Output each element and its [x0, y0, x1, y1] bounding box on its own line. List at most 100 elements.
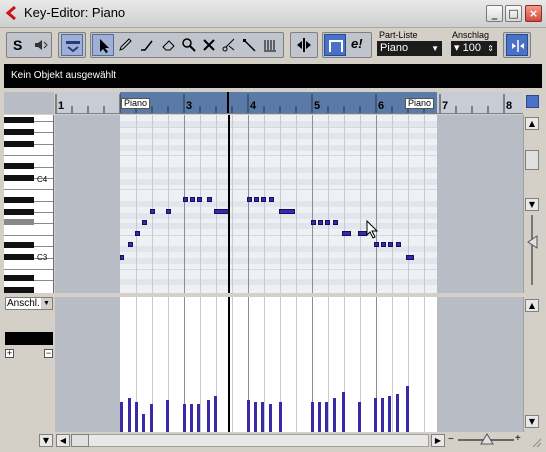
velocity-bar[interactable] [279, 402, 282, 432]
lane-menu-button[interactable]: ▼ [39, 434, 53, 447]
lane-scroll-up-button[interactable]: ▲ [525, 299, 539, 312]
ruler-format-button[interactable] [526, 95, 539, 108]
scroll-left-button[interactable]: ◀ [56, 434, 70, 447]
close-button[interactable]: × [525, 5, 542, 22]
velocity-grid[interactable] [120, 297, 437, 432]
scroll-thumb[interactable] [525, 150, 539, 170]
velocity-bar[interactable] [311, 402, 314, 432]
glue-tool[interactable] [238, 34, 260, 56]
draw-tool[interactable] [114, 34, 136, 56]
velocity-bar[interactable] [135, 402, 138, 432]
velocity-bar[interactable] [396, 394, 399, 432]
minimize-button[interactable]: _ [486, 5, 503, 22]
horizontal-scroll-thumb[interactable] [71, 434, 89, 447]
velocity-bar[interactable] [358, 402, 361, 432]
edit-in-place-button[interactable]: e! [348, 34, 370, 56]
midi-note[interactable] [311, 220, 316, 225]
velocity-bar[interactable] [388, 396, 391, 432]
velocity-bar[interactable] [342, 392, 345, 432]
black-key[interactable] [4, 275, 34, 281]
midi-note[interactable] [150, 209, 155, 214]
velocity-bar[interactable] [269, 404, 272, 432]
velocity-bar[interactable] [142, 414, 145, 432]
black-key[interactable] [4, 163, 34, 169]
black-key-active[interactable] [4, 219, 34, 225]
midi-note[interactable] [396, 242, 401, 247]
mute-tool[interactable] [198, 34, 220, 56]
velocity-bar[interactable] [166, 400, 169, 432]
show-info-button[interactable] [61, 34, 83, 56]
velocity-bar[interactable] [318, 402, 321, 432]
black-key[interactable] [4, 141, 34, 147]
piano-keyboard[interactable]: C4 C3 [4, 115, 54, 293]
midi-note[interactable] [128, 242, 133, 247]
midi-note[interactable] [142, 220, 147, 225]
black-key[interactable] [4, 242, 34, 248]
midi-note[interactable] [183, 197, 188, 202]
velocity-bar[interactable] [254, 402, 257, 432]
velocity-bar[interactable] [207, 400, 210, 432]
scroll-up-button[interactable]: ▲ [525, 117, 539, 130]
midi-note[interactable] [166, 209, 171, 214]
drumstick-tool[interactable] [259, 34, 281, 56]
black-key[interactable] [4, 117, 34, 123]
lane-vertical-scrollbar[interactable]: ▲ ▼ [523, 297, 541, 432]
quantize-button[interactable] [506, 34, 528, 56]
add-lane-button[interactable]: + [5, 349, 14, 358]
velocity-bar[interactable] [183, 404, 186, 432]
black-key[interactable] [4, 254, 34, 260]
split-tool[interactable] [218, 34, 240, 56]
object-select-tool[interactable] [92, 34, 114, 56]
velocity-bar[interactable] [325, 402, 328, 432]
velocity-bar[interactable] [406, 386, 409, 432]
zoom-out-icon[interactable]: − [448, 434, 454, 445]
velocity-bar[interactable] [150, 404, 153, 432]
part-list-dropdown[interactable]: Piano ▼ [377, 41, 442, 56]
remove-lane-button[interactable]: − [44, 349, 53, 358]
midi-note[interactable] [120, 255, 124, 260]
midi-note[interactable] [318, 220, 323, 225]
midi-note[interactable] [325, 220, 330, 225]
insert-velocity-field[interactable]: ▾ 100 ⇕ [451, 41, 497, 56]
velocity-bar[interactable] [214, 396, 217, 432]
autoscroll-button[interactable] [293, 34, 315, 56]
velocity-bar[interactable] [381, 398, 384, 432]
midi-note[interactable] [261, 197, 266, 202]
lane-scroll-down-button[interactable]: ▼ [525, 415, 539, 428]
black-key[interactable] [4, 209, 34, 215]
midi-note[interactable] [207, 197, 212, 202]
snap-button[interactable] [324, 34, 346, 56]
black-key[interactable] [4, 129, 34, 135]
midi-note[interactable] [342, 231, 351, 236]
scroll-right-button[interactable]: ▶ [431, 434, 445, 447]
horizontal-zoom-thumb[interactable] [480, 433, 494, 445]
scroll-down-button[interactable]: ▼ [525, 198, 539, 211]
ruler[interactable]: 1 2 3 4 5 6 7 8 Piano Piano [55, 92, 523, 114]
black-key[interactable] [4, 175, 34, 181]
zoom-in-icon[interactable]: + [515, 433, 521, 444]
midi-note[interactable] [247, 197, 252, 202]
velocity-bar[interactable] [120, 402, 123, 432]
midi-note[interactable] [406, 255, 414, 260]
line-tool[interactable] [136, 34, 158, 56]
midi-note[interactable] [381, 242, 386, 247]
part-grid[interactable] [120, 115, 437, 293]
acoustic-feedback-button[interactable] [30, 34, 52, 56]
solo-button[interactable]: S [8, 34, 30, 56]
velocity-bar[interactable] [190, 404, 193, 432]
velocity-bar[interactable] [247, 400, 250, 432]
project-cursor[interactable] [228, 115, 230, 293]
velocity-bar[interactable] [128, 398, 131, 432]
velocity-bar[interactable] [261, 402, 264, 432]
zoom-slider-track[interactable] [531, 215, 533, 285]
part-start-flag[interactable]: Piano [121, 98, 151, 109]
midi-note[interactable] [254, 197, 259, 202]
velocity-bar[interactable] [333, 398, 336, 432]
midi-note[interactable] [374, 242, 379, 247]
midi-note[interactable] [190, 197, 195, 202]
midi-note[interactable] [269, 197, 274, 202]
midi-note[interactable] [135, 231, 140, 236]
part-end-flag[interactable]: Piano [405, 98, 435, 109]
controller-selector[interactable]: Anschl. ▼ [5, 297, 53, 310]
black-key[interactable] [4, 197, 34, 203]
